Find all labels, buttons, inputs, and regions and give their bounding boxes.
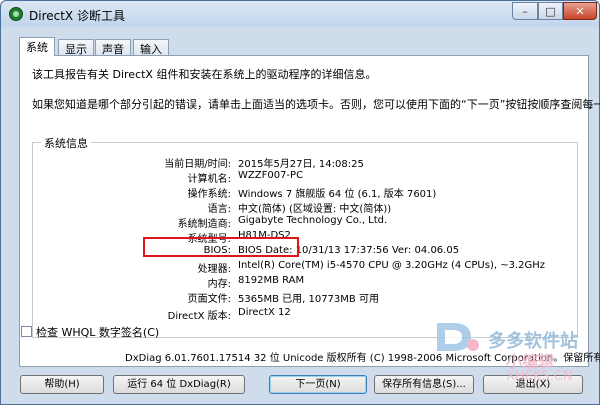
info-value: 8192MB RAM <box>238 275 305 286</box>
info-row-memory: 内存: 8192MB RAM <box>33 275 579 290</box>
info-row-manufacturer: 系统制造商: Gigabyte Technology Co., Ltd. <box>33 215 579 230</box>
info-value: Windows 7 旗舰版 64 位 (6.1, 版本 7601) <box>238 189 437 200</box>
info-label: 操作系统: <box>187 189 231 200</box>
whql-checkbox[interactable] <box>21 326 32 337</box>
info-label: 计算机名: <box>187 174 231 185</box>
dxdiag-window: DirectX 诊断工具 – □ ✕ 系统 显示 声音 输入 该工具报告有关 D… <box>0 0 600 405</box>
title-bar[interactable]: DirectX 诊断工具 – □ ✕ <box>1 1 599 27</box>
info-value: Intel(R) Core(TM) i5-4570 CPU @ 3.20GHz … <box>238 260 546 271</box>
info-value: 5365MB 已用, 10773MB 可用 <box>238 294 379 305</box>
system-tab-panel: 该工具报告有关 DirectX 组件和安装在系统上的驱动程序的详细信息。 如果您… <box>19 55 600 367</box>
info-value: 2015年5月27日, 14:08:25 <box>238 159 364 170</box>
info-row-os: 操作系统: Windows 7 旗舰版 64 位 (6.1, 版本 7601) <box>33 185 579 200</box>
info-value: Gigabyte Technology Co., Ltd. <box>238 215 388 226</box>
system-info-group: 系统信息 当前日期/时间: 2015年5月27日, 14:08:25 计算机名:… <box>32 135 579 338</box>
info-row-computer-name: 计算机名: WZZF007-PC <box>33 170 579 185</box>
help-button[interactable]: 帮助(H) <box>20 375 104 394</box>
save-all-info-button[interactable]: 保存所有信息(S)... <box>374 375 474 394</box>
info-row-page-file: 页面文件: 5365MB 已用, 10773MB 可用 <box>33 290 579 305</box>
info-label: 系统制造商: <box>177 219 231 230</box>
tab-input[interactable]: 输入 <box>133 39 169 56</box>
directx-version-highlight <box>143 237 299 257</box>
info-row-directx-version: DirectX 版本: DirectX 12 <box>33 307 579 322</box>
watermark-text-3: XHEKS.CN <box>506 369 573 384</box>
watermark-logo-icon <box>437 323 479 351</box>
info-row-bios: BIOS: BIOS Date: 10/31/13 17:37:56 Ver: … <box>33 245 579 260</box>
info-value: WZZF007-PC <box>238 170 304 181</box>
info-label: DirectX 版本: <box>167 311 231 322</box>
window-title: DirectX 诊断工具 <box>29 9 125 23</box>
info-label: 内存: <box>207 279 231 290</box>
minimize-button[interactable]: – <box>512 2 538 20</box>
info-label: 页面文件: <box>187 294 231 305</box>
info-row-model: 系统型号: H81M-DS2 <box>33 230 579 245</box>
close-button[interactable]: ✕ <box>563 2 597 20</box>
info-label: 语言: <box>207 204 231 215</box>
whql-check-row[interactable]: 检查 WHQL 数字签名(C) <box>21 324 159 340</box>
info-row-datetime: 当前日期/时间: 2015年5月27日, 14:08:25 <box>33 155 579 170</box>
info-label: 处理器: <box>197 264 231 275</box>
next-page-button[interactable]: 下一页(N) <box>269 375 367 394</box>
maximize-button[interactable]: □ <box>538 2 563 20</box>
directx-app-icon <box>9 7 23 21</box>
intro-text-1: 该工具报告有关 DirectX 组件和安装在系统上的驱动程序的详细信息。 <box>32 68 377 81</box>
info-value: 中文(简体) (区域设置: 中文(简体)) <box>238 204 392 215</box>
info-row-language: 语言: 中文(简体) (区域设置: 中文(简体)) <box>33 200 579 215</box>
run-64bit-dxdiag-button[interactable]: 运行 64 位 DxDiag(R) <box>113 375 245 394</box>
info-row-processor: 处理器: Intel(R) Core(TM) i5-4570 CPU @ 3.2… <box>33 260 579 275</box>
info-value: DirectX 12 <box>238 307 291 318</box>
tab-display[interactable]: 显示 <box>58 39 94 56</box>
intro-text-2: 如果您知道是哪个部分引起的错误，请单击上面适当的选项卡。否则，您可以使用下面的“… <box>32 98 600 111</box>
whql-checkbox-label: 检查 WHQL 数字签名(C) <box>36 326 160 339</box>
tab-sound[interactable]: 声音 <box>95 39 131 56</box>
tab-system[interactable]: 系统 <box>19 37 55 56</box>
system-info-group-title: 系统信息 <box>41 135 91 151</box>
info-label: 当前日期/时间: <box>164 159 231 170</box>
